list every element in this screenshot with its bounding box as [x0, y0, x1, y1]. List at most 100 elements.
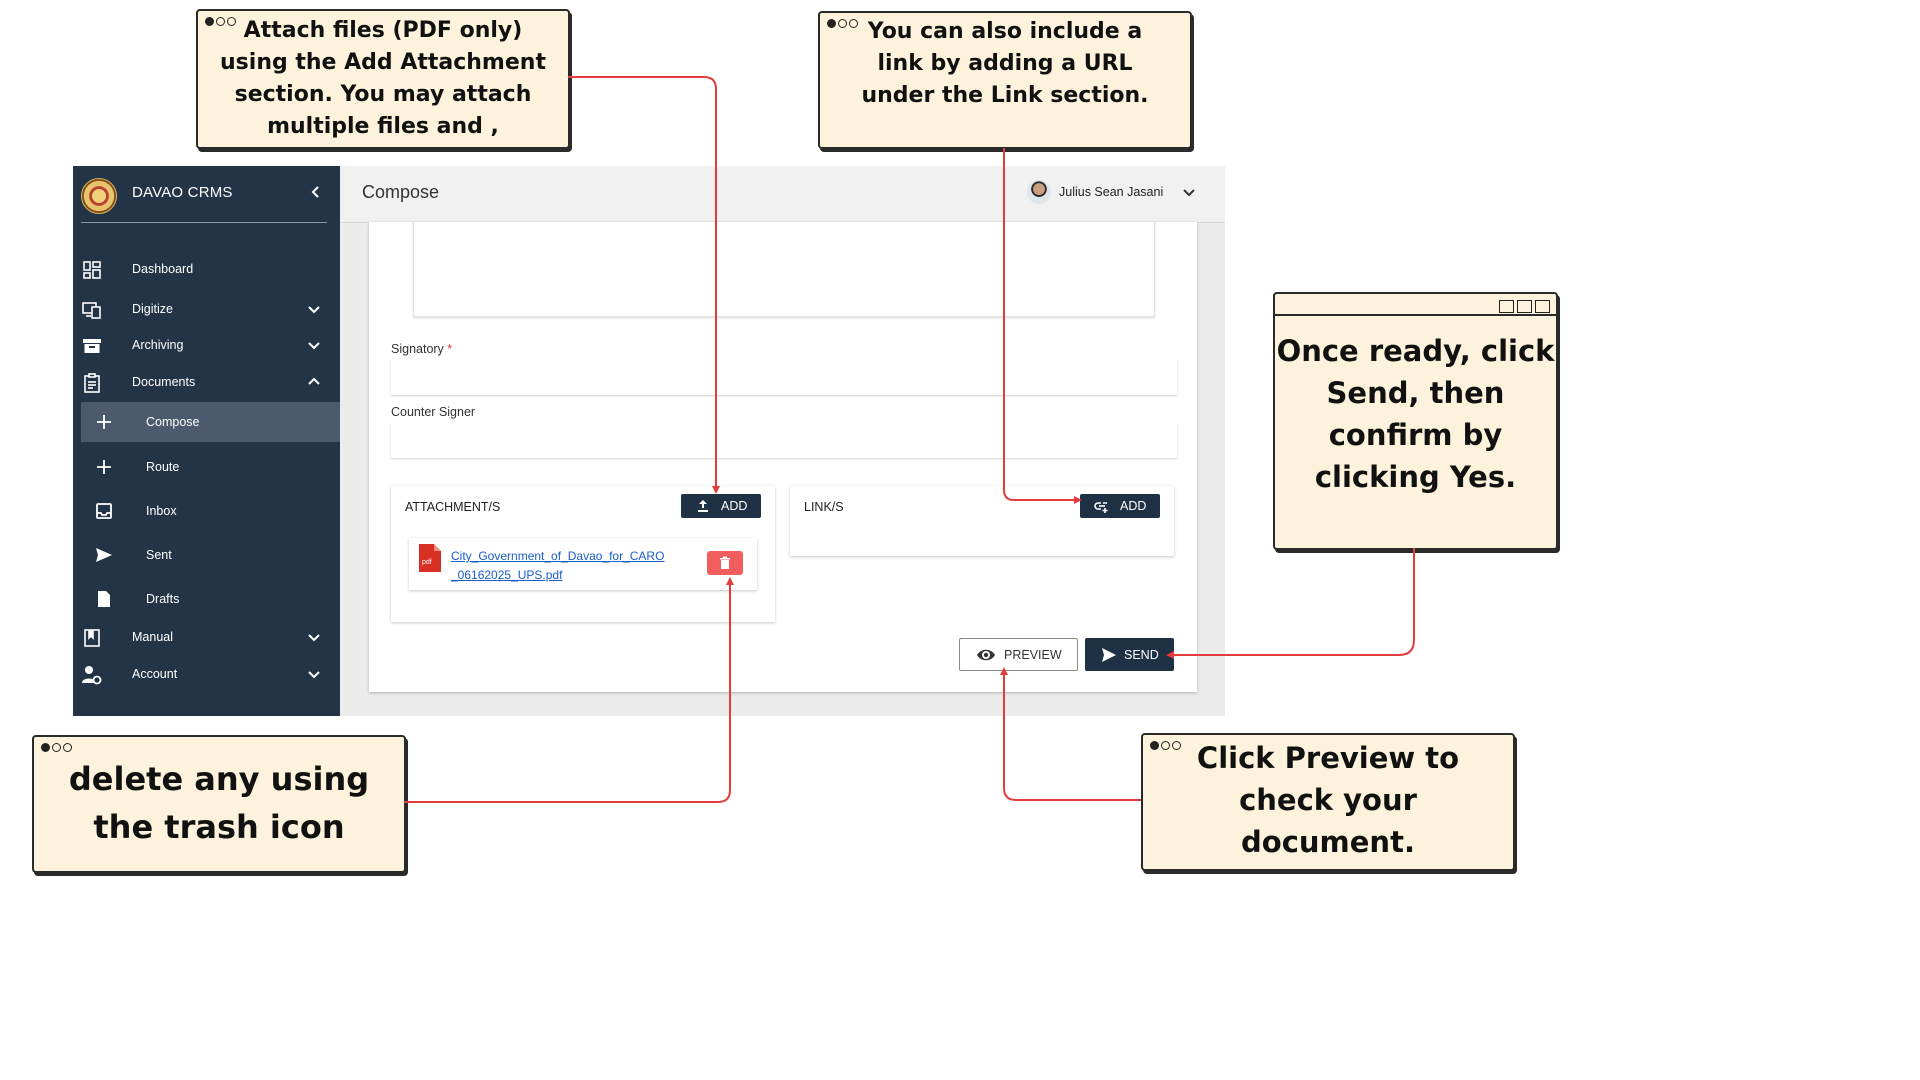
callout-preview-line: Click Preview to [1196, 741, 1460, 775]
trash-icon [720, 556, 730, 569]
sidebar-item-label: Documents [132, 375, 196, 389]
links-title: LINK/S [804, 500, 844, 514]
eye-icon [977, 649, 995, 661]
delete-attachment-button[interactable] [707, 551, 743, 575]
callout-send-line: Once ready, click [1276, 334, 1555, 368]
callout-attach-line: using the Add Attachment [220, 50, 546, 75]
divider [81, 222, 327, 223]
add-link-button[interactable]: ADD [1080, 494, 1160, 518]
add-attachment-label: ADD [721, 499, 748, 513]
brand-name: DAVAO CRMS [132, 184, 233, 201]
inbox-icon [96, 503, 112, 519]
upload-icon [698, 500, 708, 512]
chevron-down-icon[interactable] [1181, 184, 1197, 200]
signatory-label: Signatory * [391, 342, 452, 356]
callout-preview: Click Preview to check your document. [1141, 733, 1515, 871]
attachment-item: pdf City_Government_of_Davao_for_CARO _06… [409, 538, 757, 590]
chevron-down-icon [308, 342, 320, 350]
callout-attach-line: Attach files (PDF only) [243, 18, 523, 43]
digitize-icon [82, 302, 101, 319]
archive-icon [83, 339, 101, 353]
attachments-title: ATTACHMENT/S [405, 500, 501, 514]
page-title: Compose [362, 182, 440, 202]
callout-attach: Attach files (PDF only) using the Add At… [196, 9, 570, 149]
window-dots [41, 743, 74, 755]
sidebar-item-manual[interactable]: Manual [73, 620, 340, 656]
callout-send-line: confirm by [1328, 418, 1503, 452]
pdf-badge-text: pdf [422, 559, 432, 566]
callout-link-line: under the Link section. [861, 83, 1149, 108]
add-link-label: ADD [1120, 499, 1147, 513]
links-panel: LINK/S ADD [790, 486, 1174, 556]
sidebar-item-inbox[interactable]: Inbox [81, 491, 340, 531]
file-name-line1: City_Government_of_Davao_for_CARO [451, 549, 665, 563]
callout-send: Once ready, click Send, then confirm by … [1273, 292, 1558, 550]
sidebar-item-label: Inbox [146, 504, 177, 518]
attachment-file-link[interactable]: City_Government_of_Davao_for_CARO _061620… [451, 547, 691, 585]
account-settings-icon [82, 666, 102, 685]
sidebar-item-label: Archiving [132, 338, 184, 352]
sidebar-item-label: Dashboard [132, 262, 194, 276]
callout-send-line: Send, then [1326, 376, 1505, 410]
user-name[interactable]: Julius Sean Jasani [1059, 185, 1163, 199]
draft-icon [98, 591, 110, 607]
send-label: SEND [1124, 648, 1159, 662]
dashboard-icon [83, 261, 101, 279]
add-link-icon [1094, 502, 1108, 513]
callout-link-line: You can also include a [867, 19, 1143, 44]
send-icon [1102, 648, 1116, 662]
callout-delete-line: delete any using [68, 760, 370, 798]
required-mark: * [447, 342, 453, 356]
avatar[interactable] [1027, 180, 1051, 204]
window-controls [1496, 298, 1550, 317]
signatory-field[interactable] [391, 359, 1177, 395]
callout-send-line: clicking Yes. [1314, 460, 1517, 494]
plus-icon [97, 460, 111, 474]
callout-link: You can also include a link by adding a … [818, 11, 1192, 149]
sidebar-item-digitize[interactable]: Digitize [73, 292, 340, 328]
chevron-down-icon [308, 671, 320, 679]
add-attachment-button[interactable]: ADD [681, 494, 761, 518]
sidebar-item-archiving[interactable]: Archiving [73, 328, 340, 364]
send-icon [96, 548, 112, 562]
attachments-panel: ATTACHMENT/S ADD pdf City_Government_of_… [391, 486, 775, 622]
callout-preview-line: check your [1239, 783, 1417, 817]
signatory-label-text: Signatory [391, 342, 444, 356]
sidebar-item-label: Drafts [146, 592, 180, 606]
top-bar: Compose Julius Sean Jasani [340, 166, 1225, 223]
callout-link-line: link by adding a URL [877, 51, 1133, 76]
city-seal-logo [81, 178, 117, 214]
sidebar-item-drafts[interactable]: Drafts [81, 579, 340, 619]
sidebar-item-label: Compose [146, 415, 200, 429]
documents-icon [84, 373, 100, 393]
callout-attach-line: section. You may attach [234, 82, 532, 107]
collapse-sidebar-button[interactable] [306, 182, 326, 202]
document-body-editor[interactable] [413, 222, 1155, 317]
sidebar-item-documents[interactable]: Documents [73, 365, 340, 401]
callout-attach-line: multiple files and , [267, 114, 499, 139]
preview-button[interactable]: PREVIEW [959, 638, 1078, 671]
sidebar-item-label: Manual [132, 630, 173, 644]
file-name-line2: _06162025_UPS.pdf [451, 568, 563, 582]
compose-form: Signatory * Counter Signer ATTACHMENT/S … [369, 222, 1197, 692]
send-button[interactable]: SEND [1085, 638, 1174, 671]
sidebar-item-label: Route [146, 460, 180, 474]
sidebar: DAVAO CRMS Dashboard Digitize Archiving … [73, 166, 340, 716]
callout-preview-line: document. [1241, 825, 1415, 859]
callout-delete: delete any using the trash icon [32, 735, 406, 873]
sidebar-item-route[interactable]: Route [81, 447, 340, 487]
counter-signer-label: Counter Signer [391, 405, 476, 419]
brand-header: DAVAO CRMS [73, 166, 340, 223]
sidebar-item-dashboard[interactable]: Dashboard [73, 252, 340, 288]
counter-signer-field[interactable] [391, 422, 1177, 458]
sidebar-item-sent[interactable]: Sent [81, 535, 340, 575]
preview-label: PREVIEW [1004, 648, 1062, 662]
sidebar-item-compose[interactable]: Compose [81, 402, 340, 442]
app-window: DAVAO CRMS Dashboard Digitize Archiving … [73, 166, 1225, 716]
pdf-file-icon: pdf [419, 544, 441, 572]
sidebar-item-label: Digitize [132, 302, 173, 316]
callout-delete-line: the trash icon [93, 808, 345, 846]
sidebar-item-account[interactable]: Account [73, 657, 340, 693]
manual-icon [84, 629, 100, 647]
plus-icon [97, 415, 111, 429]
